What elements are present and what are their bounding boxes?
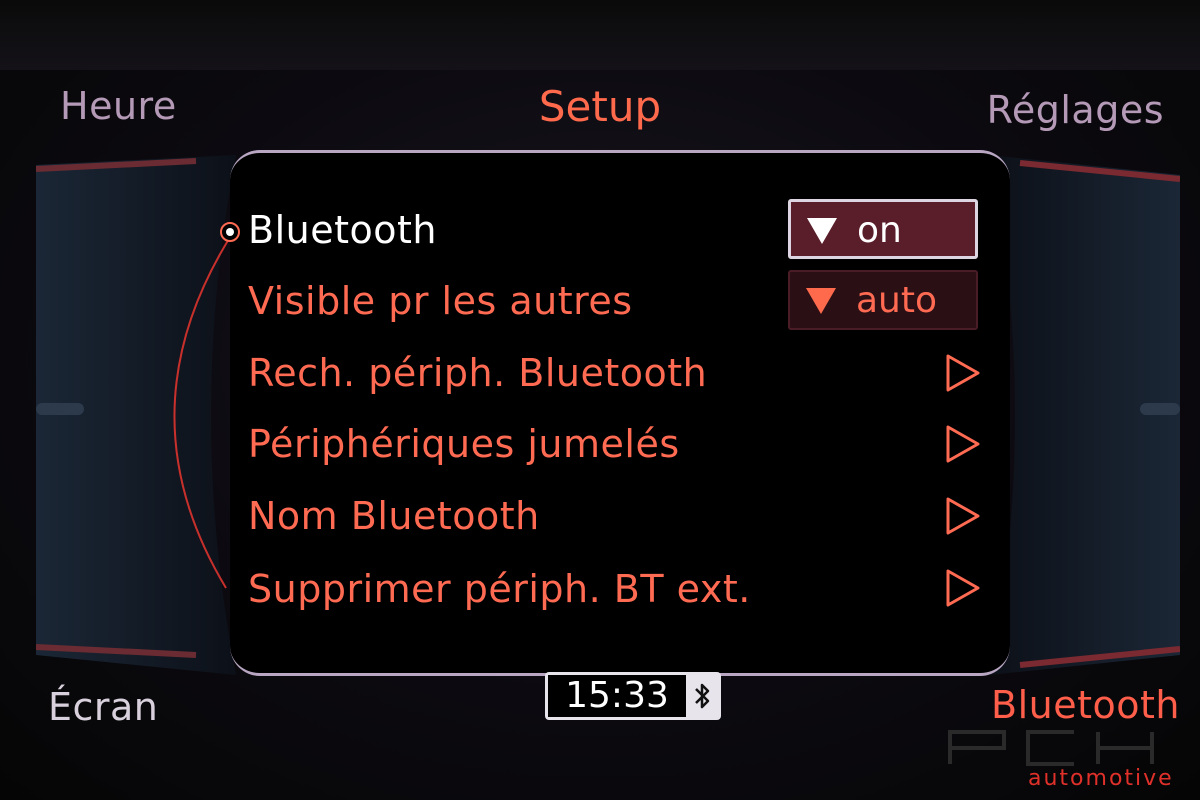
softkey-bluetooth[interactable]: Bluetooth (991, 683, 1180, 727)
softkey-ecran[interactable]: Écran (48, 685, 158, 729)
play-triangle-icon[interactable] (945, 424, 981, 464)
menu-item-search-devices[interactable]: Rech. périph. Bluetooth (248, 343, 707, 403)
menu-item-delete-external-devices[interactable]: Supprimer périph. BT ext. (248, 559, 751, 619)
clock-display: 15:33 (545, 672, 721, 720)
play-triangle-icon[interactable] (945, 568, 981, 608)
menu-item-paired-devices[interactable]: Périphériques jumelés (248, 414, 680, 474)
logo-tagline: automotive (1028, 766, 1174, 791)
menu-item-visible[interactable]: Visible pr les autres (248, 271, 633, 331)
visible-dropdown[interactable]: auto (788, 270, 978, 330)
down-triangle-icon (806, 288, 836, 314)
bluetooth-dropdown[interactable]: on (788, 199, 978, 259)
menu-item-bluetooth-name[interactable]: Nom Bluetooth (248, 486, 540, 546)
visible-dropdown-value: auto (856, 280, 938, 321)
bluetooth-dropdown-value: on (857, 210, 902, 251)
selection-bullet-icon (220, 222, 240, 242)
down-triangle-icon (807, 218, 837, 244)
softkey-reglages[interactable]: Réglages (987, 88, 1164, 132)
play-triangle-icon[interactable] (945, 496, 981, 536)
bluetooth-icon (695, 683, 710, 709)
clock-time: 15:33 (548, 675, 686, 717)
play-triangle-icon[interactable] (945, 353, 981, 393)
infotainment-screen: Heure Setup Réglages Bluetooth Visible p… (0, 0, 1200, 800)
top-bezel (0, 0, 1200, 70)
menu-item-bluetooth[interactable]: Bluetooth (248, 200, 437, 260)
